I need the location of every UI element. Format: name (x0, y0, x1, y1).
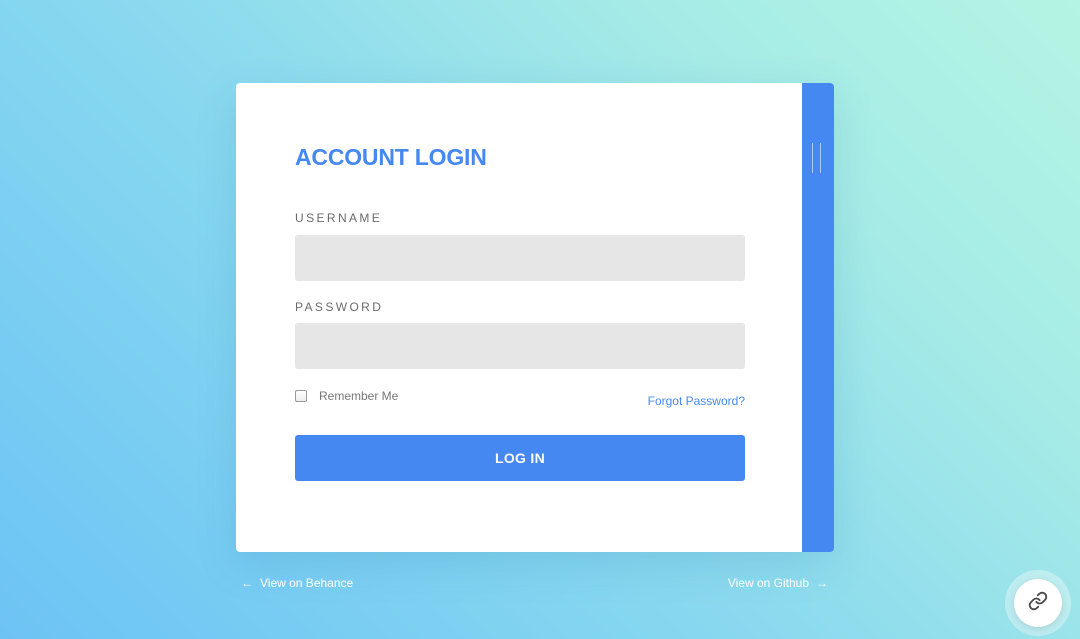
view-on-github-link[interactable]: View on Github → (728, 576, 828, 590)
arrow-right-icon: → (816, 576, 828, 590)
login-button[interactable]: LOG IN (295, 435, 745, 481)
grip-handle-icon (820, 143, 821, 173)
grip-handle-icon (812, 143, 813, 173)
remember-me-label: Remember Me (319, 389, 399, 403)
github-link-label: View on Github (727, 576, 809, 590)
login-card-wrapper: ACCOUNT LOGIN USERNAME PASSWORD Remember… (236, 83, 834, 552)
remember-me-option[interactable]: Remember Me (295, 389, 398, 403)
username-input[interactable] (295, 235, 745, 281)
side-tab[interactable] (802, 83, 834, 552)
page-title: ACCOUNT LOGIN (295, 144, 487, 170)
link-icon (1028, 591, 1048, 616)
link-fab-button[interactable] (1014, 579, 1062, 627)
behance-link-label: View on Behance (260, 576, 354, 590)
username-label: USERNAME (295, 211, 383, 225)
view-on-behance-link[interactable]: ← View on Behance (241, 576, 353, 590)
password-label: PASSWORD (295, 300, 384, 314)
password-input[interactable] (295, 323, 745, 369)
login-card: ACCOUNT LOGIN USERNAME PASSWORD Remember… (236, 83, 802, 552)
forgot-password-link[interactable]: Forgot Password? (648, 394, 745, 408)
arrow-left-icon: ← (241, 576, 253, 590)
remember-me-checkbox[interactable] (295, 390, 307, 402)
